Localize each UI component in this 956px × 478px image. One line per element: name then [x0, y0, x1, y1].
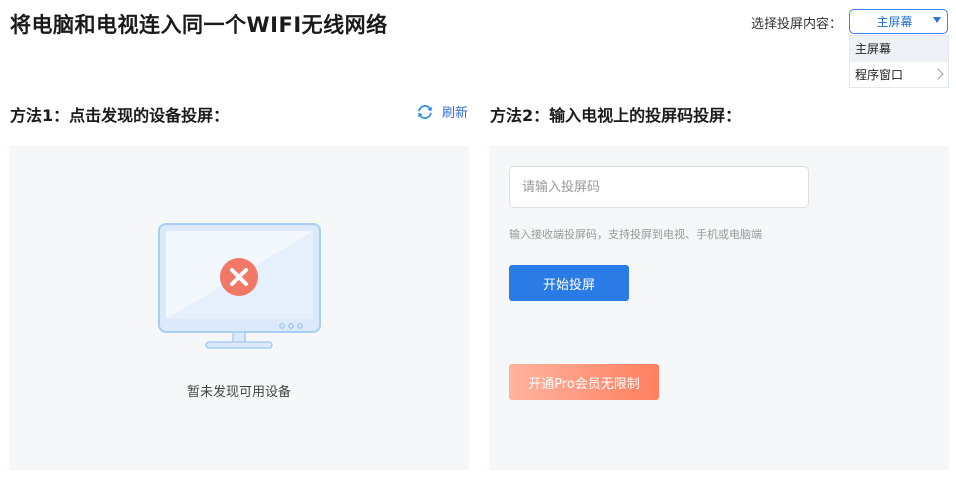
content-select-value: 主屏幕 [876, 15, 913, 29]
empty-device-text: 暂未发现可用设备 [186, 385, 291, 400]
content-select[interactable]: 主屏幕 [849, 9, 948, 34]
refresh-button[interactable]: 刷新 [416, 102, 468, 121]
refresh-icon [418, 104, 432, 119]
cast-code-hint: 输入接收端投屏码，支持投屏到电视、手机或电脑端 [509, 228, 762, 241]
option-program-window[interactable]: 程序窗口 [850, 62, 948, 88]
method1-title: 方法1：点击发现的设备投屏： [10, 106, 230, 125]
option-main-screen[interactable]: 主屏幕 [850, 36, 948, 62]
page-title: 将电脑和电视连入同一个WIFI无线网络 [10, 13, 388, 37]
monitor-error-icon [158, 223, 321, 349]
cast-code-input[interactable] [509, 166, 809, 208]
pro-member-button[interactable]: 开通Pro会员无限制 [509, 364, 659, 400]
code-cast-panel: 输入接收端投屏码，支持投屏到电视、手机或电脑端 开始投屏 开通Pro会员无限制 [489, 146, 949, 470]
refresh-label: 刷新 [442, 106, 469, 121]
chevron-right-icon [932, 68, 944, 80]
start-cast-button[interactable]: 开始投屏 [509, 265, 629, 301]
caret-down-icon [933, 17, 941, 23]
content-dropdown: 主屏幕 程序窗口 [849, 35, 949, 88]
method2-title: 方法2：输入电视上的投屏码投屏： [490, 106, 742, 125]
option-label: 主屏幕 [855, 42, 892, 56]
device-discovery-panel: 暂未发现可用设备 [9, 146, 469, 470]
option-label: 程序窗口 [855, 68, 904, 82]
select-content-label: 选择投屏内容： [751, 17, 843, 32]
